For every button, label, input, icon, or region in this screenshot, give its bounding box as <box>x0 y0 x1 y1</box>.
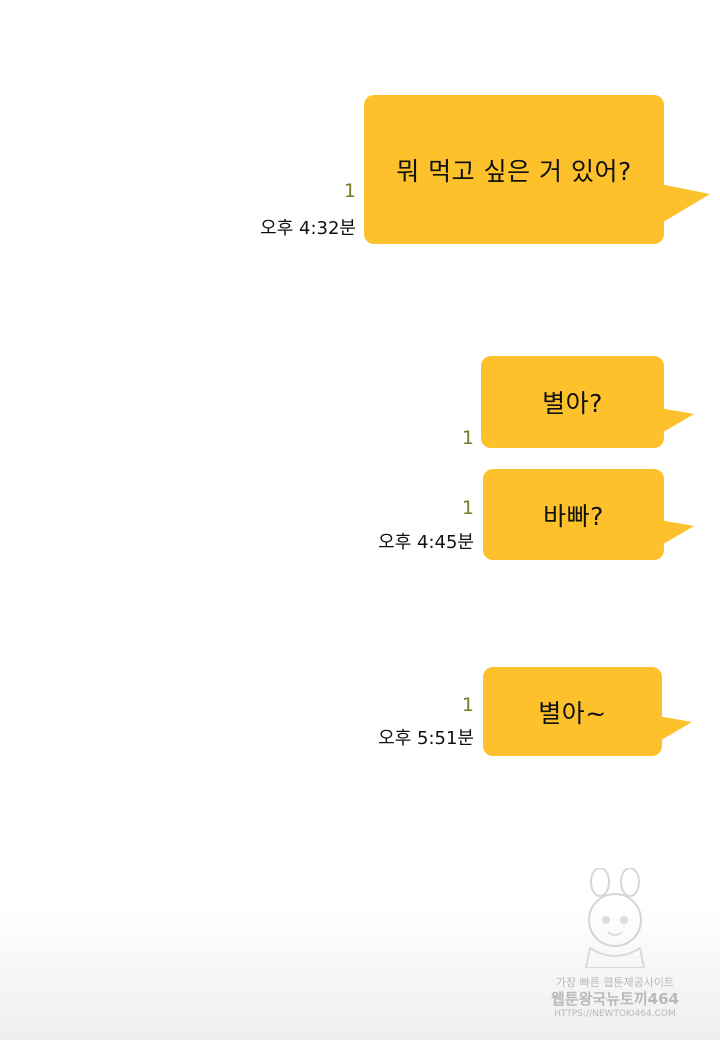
bubble-tail <box>660 408 694 434</box>
unread-count: 1 <box>461 427 474 449</box>
watermark-url: HTTPS://NEWTOKI464.COM <box>554 1009 676 1019</box>
watermark-site-name: 웹툰왕국뉴토끼464 <box>551 990 679 1008</box>
unread-count: 1 <box>461 694 474 716</box>
message-text: 별아? <box>542 389 603 418</box>
message-bubble[interactable]: 바빠? <box>483 469 664 560</box>
message-bubble[interactable]: 뭐 먹고 싶은 거 있어? <box>364 95 664 244</box>
site-watermark: 가장 빠른 웹툰제공사이트 웹툰왕국뉴토끼464 HTTPS://NEWTOKI… <box>540 867 690 1020</box>
message-timestamp: 오후 4:32분 <box>260 218 356 239</box>
bubble-tail <box>658 716 692 742</box>
unread-count: 1 <box>343 180 356 202</box>
message-bubble[interactable]: 별아? <box>481 356 664 448</box>
unread-count: 1 <box>461 497 474 519</box>
watermark-tagline: 가장 빠른 웹툰제공사이트 <box>555 976 675 989</box>
message-text: 뭐 먹고 싶은 거 있어? <box>396 156 632 186</box>
message-timestamp: 오후 5:51분 <box>378 728 474 749</box>
bubble-tail <box>660 520 694 546</box>
message-text: 별아~ <box>538 698 607 728</box>
message-text: 바빠? <box>543 501 604 531</box>
bubble-tail <box>660 184 710 224</box>
mascot-illustration <box>584 867 646 969</box>
message-timestamp: 오후 4:45분 <box>378 532 474 553</box>
message-bubble[interactable]: 별아~ <box>483 667 662 756</box>
